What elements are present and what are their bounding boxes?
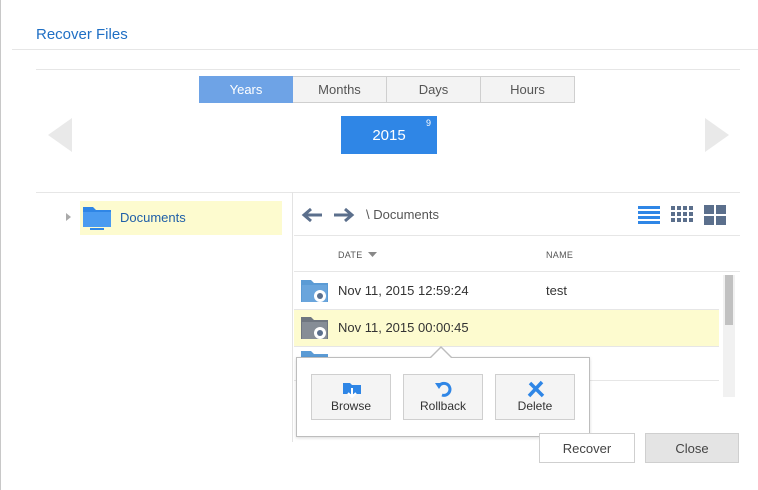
pane-divider	[292, 192, 293, 442]
current-path: \ Documents	[366, 207, 439, 222]
tab-hours[interactable]: Hours	[481, 76, 575, 103]
delete-x-icon	[527, 380, 545, 398]
snapshot-count-badge: 9	[425, 118, 431, 128]
title-divider	[12, 49, 758, 50]
delete-label: Delete	[517, 399, 553, 413]
row-divider	[294, 346, 719, 347]
tree-expand-icon[interactable]	[66, 213, 71, 221]
next-arrow-icon[interactable]	[703, 116, 731, 154]
column-header-date[interactable]: DATE	[338, 250, 378, 260]
snapshot-actions-popup: Browse Rollback Delete	[296, 357, 590, 437]
rollback-label: Rollback	[419, 399, 467, 413]
header-divider	[294, 271, 740, 272]
snapshot-folder-icon	[301, 317, 328, 339]
snapshot-folder-icon	[301, 280, 328, 302]
year-snapshot[interactable]: 2015 9	[341, 116, 437, 154]
folder-icon	[83, 207, 111, 230]
popup-caret-fill	[431, 348, 451, 358]
toolbar-divider	[294, 235, 740, 236]
close-button[interactable]: Close	[645, 433, 739, 463]
window-edge	[0, 0, 1, 490]
rollback-button[interactable]: Rollback	[403, 374, 483, 420]
forward-arrow-icon[interactable]	[332, 206, 356, 224]
tree-item-label: Documents	[120, 210, 186, 225]
list-view-icon[interactable]	[637, 204, 661, 226]
list-scrollbar[interactable]	[723, 275, 735, 397]
rollback-icon	[435, 381, 452, 397]
dialog-title: Recover Files	[36, 26, 128, 43]
browse-button[interactable]: Browse	[311, 374, 391, 420]
back-arrow-icon[interactable]	[300, 206, 324, 224]
table-row-selected[interactable]: Nov 11, 2015 00:00:45	[294, 310, 719, 346]
column-header-name[interactable]: NAME	[546, 250, 573, 260]
recover-button[interactable]: Recover	[539, 433, 635, 463]
table-row[interactable]: Nov 11, 2015 12:59:24 test	[294, 273, 719, 309]
row-date: Nov 11, 2015 12:59:24	[338, 283, 469, 298]
tab-years[interactable]: Years	[199, 76, 293, 103]
timeline-scale-tabs: Years Months Days Hours	[199, 76, 579, 103]
year-label: 2015	[372, 126, 406, 144]
browse-folder-icon	[343, 383, 361, 398]
tab-days[interactable]: Days	[387, 76, 481, 103]
column-header-date-label: DATE	[338, 250, 363, 260]
row-name: test	[546, 283, 567, 298]
previous-arrow-icon[interactable]	[46, 116, 74, 154]
content-top-divider	[36, 192, 740, 193]
scrollbar-thumb[interactable]	[725, 275, 733, 325]
row-date: Nov 11, 2015 00:00:45	[338, 320, 469, 335]
delete-button[interactable]: Delete	[495, 374, 575, 420]
sort-down-icon	[368, 252, 378, 257]
browse-label: Browse	[330, 399, 371, 413]
timeline-top-divider	[36, 69, 740, 70]
large-grid-view-icon[interactable]	[703, 204, 727, 226]
small-grid-view-icon[interactable]	[670, 204, 694, 226]
tab-months[interactable]: Months	[293, 76, 387, 103]
